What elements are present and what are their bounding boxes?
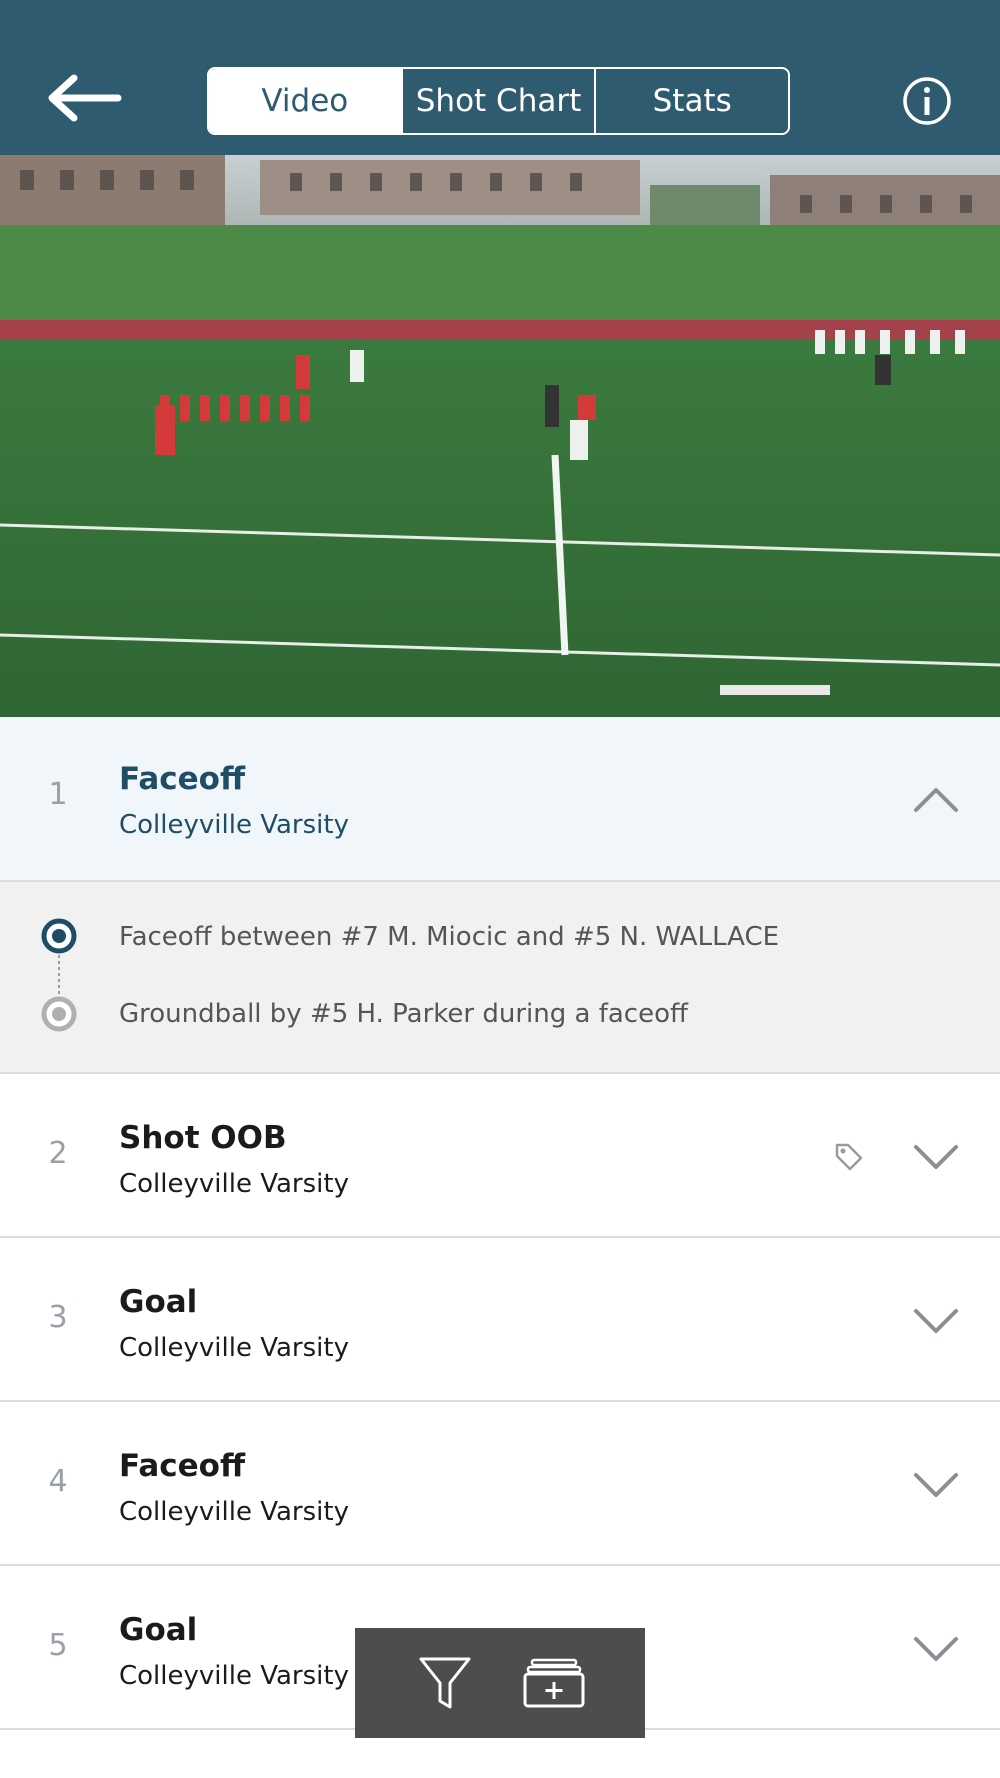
play-title: Faceoff [119,1448,246,1484]
play-row-1[interactable]: 1 Faceoff Colleyville Varsity [0,717,1000,882]
play-events-panel: Faceoff between #7 M. Miocic and #5 N. W… [0,882,1000,1074]
play-team: Colleyville Varsity [119,810,349,840]
tab-stats-label: Stats [652,83,732,119]
play-number: 3 [48,1300,68,1335]
play-team: Colleyville Varsity [119,1169,349,1199]
chevron-down-icon[interactable] [913,1472,959,1500]
filter-icon [419,1657,471,1709]
play-team: Colleyville Varsity [119,1333,349,1363]
play-team: Colleyville Varsity [119,1497,349,1527]
chevron-down-icon[interactable] [913,1636,959,1664]
tab-shot-chart[interactable]: Shot Chart [400,69,595,133]
play-title: Goal [119,1612,198,1648]
event-item-1[interactable]: Faceoff between #7 M. Miocic and #5 N. W… [119,922,779,952]
play-title: Faceoff [119,761,246,797]
play-row-4[interactable]: 4 Faceoff Colleyville Varsity [0,1402,1000,1566]
tab-shot-chart-label: Shot Chart [415,83,582,119]
add-to-playlist-button[interactable] [514,1628,594,1738]
event-timeline [41,918,77,1032]
arrow-left-icon [48,74,122,122]
filter-button[interactable] [405,1628,485,1738]
tag-icon[interactable] [834,1142,864,1172]
lacrosse-field-video-frame [0,155,1000,717]
floating-toolbar [355,1628,645,1738]
tab-stats[interactable]: Stats [594,69,788,133]
view-segmented-control: Video Shot Chart Stats [207,67,790,135]
info-button[interactable] [901,75,953,127]
play-number: 1 [48,777,68,812]
play-row-3[interactable]: 3 Goal Colleyville Varsity [0,1238,1000,1402]
play-team: Colleyville Varsity [119,1661,349,1691]
tab-video-label: Video [261,83,349,119]
top-nav-bar: Video Shot Chart Stats [0,0,1000,155]
play-title: Shot OOB [119,1120,287,1156]
tab-video[interactable]: Video [209,69,401,133]
play-number: 4 [48,1464,68,1499]
chevron-down-icon[interactable] [913,1308,959,1336]
event-item-2[interactable]: Groundball by #5 H. Parker during a face… [119,999,688,1029]
info-icon [903,77,951,125]
video-player[interactable] [0,155,1000,717]
chevron-down-icon[interactable] [913,1144,959,1172]
play-number: 5 [48,1628,68,1663]
play-title: Goal [119,1284,198,1320]
play-row-2[interactable]: 2 Shot OOB Colleyville Varsity [0,1074,1000,1238]
add-to-playlist-icon [523,1658,585,1708]
chevron-up-icon[interactable] [913,785,959,813]
play-number: 2 [48,1136,68,1171]
back-button[interactable] [44,72,124,124]
